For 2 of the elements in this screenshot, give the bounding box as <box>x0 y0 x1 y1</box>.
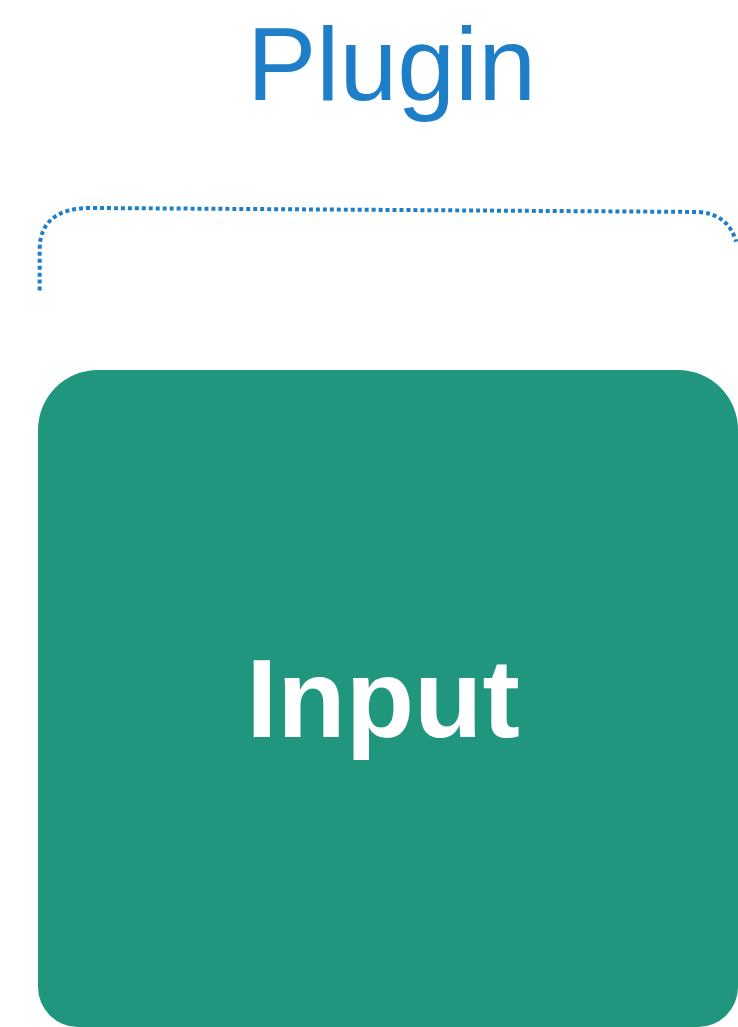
plugin-title: Plugin <box>246 12 537 122</box>
node-label: Input <box>245 634 521 763</box>
